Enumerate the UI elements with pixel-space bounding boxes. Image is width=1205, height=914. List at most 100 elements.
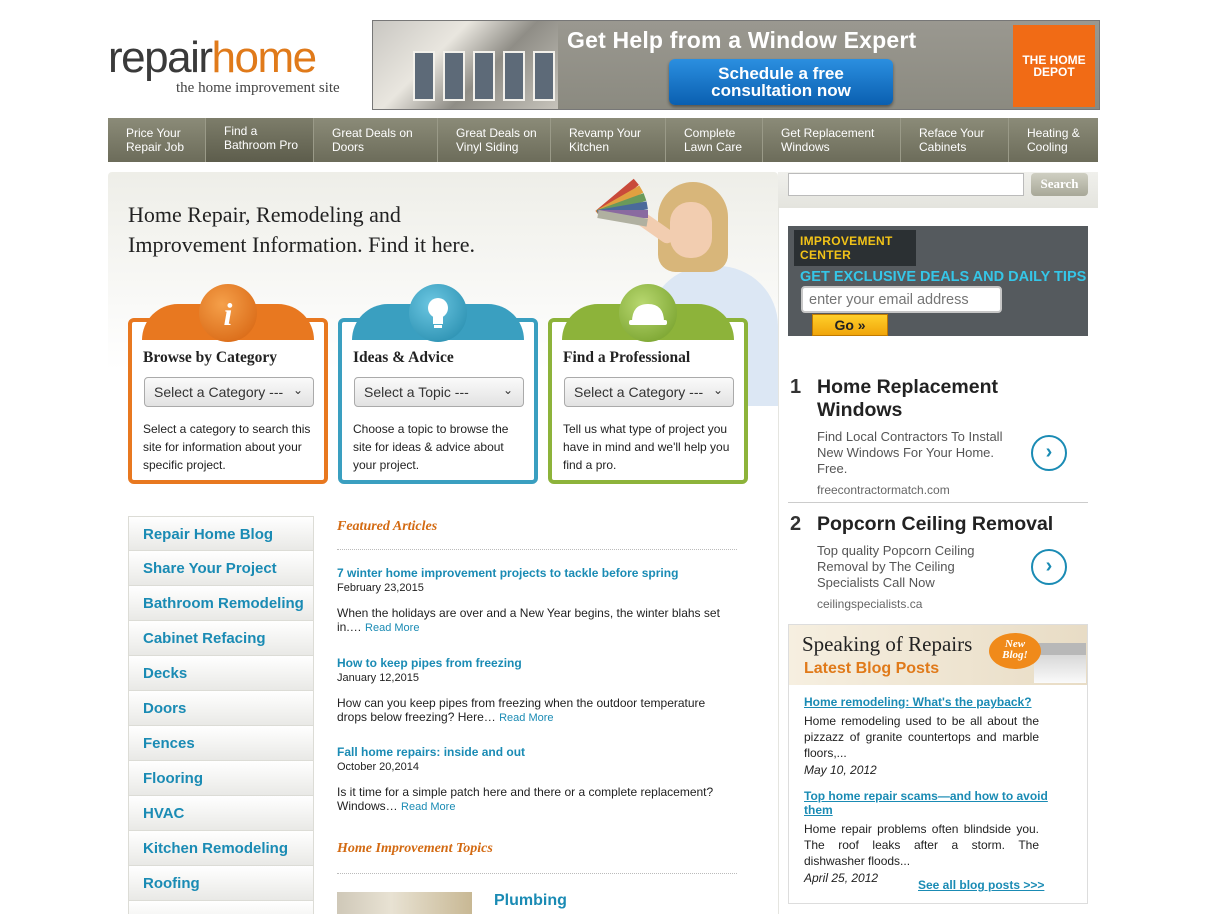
ad-banner[interactable]: Get Help from a Window Expert Schedule a… bbox=[372, 20, 1100, 110]
nav-item-doors[interactable]: Great Deals on Doors bbox=[314, 118, 438, 162]
card-description: Select a category to search this site fo… bbox=[143, 422, 311, 472]
signup-headline: GET EXCLUSIVE DEALS AND DAILY TIPS bbox=[800, 269, 1087, 285]
nav-item-lawn-care[interactable]: Complete Lawn Care bbox=[666, 118, 763, 162]
site-logo[interactable]: repairhome the home improvement site bbox=[108, 36, 368, 97]
sponsored-ad[interactable]: 1 Home Replacement Windows Find Local Co… bbox=[788, 366, 1088, 497]
card-ideas-advice: Ideas & Advice Select a Topic --- ⌄ Choos… bbox=[338, 284, 538, 484]
banner-button-line1: Schedule a free bbox=[718, 64, 844, 83]
card-title: Ideas & Advice bbox=[353, 349, 454, 366]
select-value: Select a Topic --- bbox=[364, 384, 469, 400]
banner-photo bbox=[373, 21, 558, 109]
nav-item-kitchen[interactable]: Revamp Your Kitchen bbox=[551, 118, 666, 162]
category-link-cabinet[interactable]: Cabinet Refacing bbox=[128, 621, 314, 656]
plumbing-thumbnail[interactable] bbox=[337, 892, 472, 914]
nav-item-bathroom-pro[interactable]: Find a Bathroom Pro bbox=[206, 118, 314, 162]
info-icon: i bbox=[199, 284, 257, 342]
email-field[interactable] bbox=[801, 286, 1002, 313]
nav-item-heating-cooling[interactable]: Heating & Cooling bbox=[1009, 118, 1098, 162]
divider bbox=[337, 873, 737, 874]
chevron-right-icon[interactable]: › bbox=[1031, 549, 1067, 585]
chevron-down-icon: ⌄ bbox=[712, 383, 723, 397]
nav-line1: Complete bbox=[684, 126, 736, 140]
ad-domain[interactable]: freecontractormatch.com bbox=[817, 483, 950, 497]
banner-button-line2: consultation now bbox=[711, 81, 851, 100]
nav-line1: Get Replacement bbox=[781, 126, 875, 140]
blog-post-excerpt: Home remodeling used to be all about the… bbox=[804, 714, 1039, 760]
topic-link-plumbing[interactable]: Plumbing bbox=[494, 892, 567, 910]
article-excerpt: Is it time for a simple patch here and t… bbox=[337, 785, 714, 813]
improvement-center-signup: IMPROVEMENT CENTER GET EXCLUSIVE DEALS A… bbox=[788, 226, 1088, 336]
house-icon bbox=[1034, 643, 1086, 683]
sponsored-ad[interactable]: 2 Popcorn Ceiling Removal Top quality Po… bbox=[788, 503, 1088, 619]
category-link-bathroom[interactable]: Bathroom Remodeling bbox=[128, 586, 314, 621]
go-button[interactable]: Go » bbox=[812, 314, 888, 336]
nav-line2: Cabinets bbox=[919, 140, 967, 154]
read-more-link[interactable]: Read More bbox=[499, 712, 553, 724]
search-button[interactable]: Search bbox=[1031, 173, 1088, 196]
banner-headline: Get Help from a Window Expert bbox=[567, 27, 917, 53]
card-description: Tell us what type of project you have in… bbox=[563, 422, 730, 472]
category-link-roofing[interactable]: Roofing bbox=[128, 866, 314, 901]
read-more-link[interactable]: Read More bbox=[365, 622, 419, 634]
lightbulb-icon bbox=[409, 284, 467, 342]
category-link-decks[interactable]: Decks bbox=[128, 656, 314, 691]
hardhat-icon bbox=[619, 284, 677, 342]
nav-item-cabinets[interactable]: Reface Your Cabinets bbox=[901, 118, 1009, 162]
select-value: Select a Category --- bbox=[154, 384, 284, 400]
category-link-doors[interactable]: Doors bbox=[128, 691, 314, 726]
nav-item-price-repair[interactable]: Price Your Repair Job bbox=[108, 118, 206, 162]
ad-description: Find Local Contractors To Install New Wi… bbox=[817, 429, 1003, 476]
category-link-fences[interactable]: Fences bbox=[128, 726, 314, 761]
home-depot-logo: THE HOME DEPOT bbox=[1013, 25, 1095, 107]
category-link-flooring[interactable]: Flooring bbox=[128, 761, 314, 796]
ad-number: 1 bbox=[790, 376, 802, 398]
topics-section: Home Improvement Topics bbox=[337, 838, 737, 874]
logo-line2: CENTER bbox=[800, 248, 852, 262]
nav-item-vinyl-siding[interactable]: Great Deals on Vinyl Siding bbox=[438, 118, 551, 162]
nav-item-windows[interactable]: Get Replacement Windows bbox=[763, 118, 901, 162]
professional-category-select[interactable]: Select a Category --- ⌄ bbox=[564, 377, 734, 407]
article-title-link[interactable]: 7 winter home improvement projects to ta… bbox=[337, 566, 737, 580]
nav-line2: Cooling bbox=[1027, 140, 1068, 154]
category-list: Repair Home Blog Share Your Project Bath… bbox=[128, 516, 314, 914]
category-link-blog[interactable]: Repair Home Blog bbox=[128, 516, 314, 551]
blog-post-excerpt: Home repair problems often blindside you… bbox=[804, 822, 1039, 868]
blog-post: Top home repair scams—and how to avoid t… bbox=[804, 789, 1076, 885]
read-more-link[interactable]: Read More bbox=[401, 801, 455, 813]
hero-title: Home Repair, Remodeling and Improvement … bbox=[128, 200, 475, 260]
category-link-share[interactable]: Share Your Project bbox=[128, 551, 314, 586]
blog-post: Home remodeling: What's the payback? Hom… bbox=[804, 695, 1076, 777]
ad-title[interactable]: Home Replacement Windows bbox=[817, 376, 1037, 422]
topic-select[interactable]: Select a Topic --- ⌄ bbox=[354, 377, 524, 407]
blog-post-link[interactable]: Top home repair scams—and how to avoid t… bbox=[804, 789, 1076, 817]
ad-title[interactable]: Popcorn Ceiling Removal bbox=[817, 513, 1077, 536]
category-link-more[interactable] bbox=[128, 901, 314, 914]
featured-articles: Featured Articles 7 winter home improvem… bbox=[337, 516, 737, 814]
article-item: 7 winter home improvement projects to ta… bbox=[337, 566, 737, 635]
blog-subtitle: Latest Blog Posts bbox=[804, 660, 940, 677]
hero-title-line1: Home Repair, Remodeling and bbox=[128, 202, 401, 227]
search-input[interactable] bbox=[788, 173, 1024, 196]
banner-schedule-button[interactable]: Schedule a free consultation now bbox=[669, 59, 893, 105]
badge-line2: Blog! bbox=[1002, 649, 1028, 661]
blog-title: Speaking of Repairs bbox=[802, 632, 973, 656]
see-all-blog-posts-link[interactable]: See all blog posts >>> bbox=[918, 878, 1044, 892]
article-title-link[interactable]: How to keep pipes from freezing bbox=[337, 656, 737, 670]
card-description: Choose a topic to browse the site for id… bbox=[353, 422, 509, 472]
blog-post-link[interactable]: Home remodeling: What's the payback? bbox=[804, 695, 1076, 709]
category-select[interactable]: Select a Category --- ⌄ bbox=[144, 377, 314, 407]
nav-line1: Find a bbox=[224, 124, 258, 138]
chevron-right-icon[interactable]: › bbox=[1031, 435, 1067, 471]
nav-line2: Bathroom Pro bbox=[224, 138, 299, 152]
ad-number: 2 bbox=[790, 513, 802, 535]
chevron-down-icon: ⌄ bbox=[502, 383, 513, 397]
article-title-link[interactable]: Fall home repairs: inside and out bbox=[337, 745, 737, 759]
category-link-kitchen[interactable]: Kitchen Remodeling bbox=[128, 831, 314, 866]
blog-post-date: May 10, 2012 bbox=[804, 763, 877, 777]
ad-domain[interactable]: ceilingspecialists.ca bbox=[817, 597, 922, 611]
main-nav: Price Your Repair Job Find a Bathroom Pro … bbox=[108, 118, 1098, 162]
card-browse-category: i Browse by Category Select a Category -… bbox=[128, 284, 328, 484]
featured-heading: Featured Articles bbox=[337, 519, 438, 534]
article-item: Fall home repairs: inside and out Octobe… bbox=[337, 745, 737, 814]
category-link-hvac[interactable]: HVAC bbox=[128, 796, 314, 831]
